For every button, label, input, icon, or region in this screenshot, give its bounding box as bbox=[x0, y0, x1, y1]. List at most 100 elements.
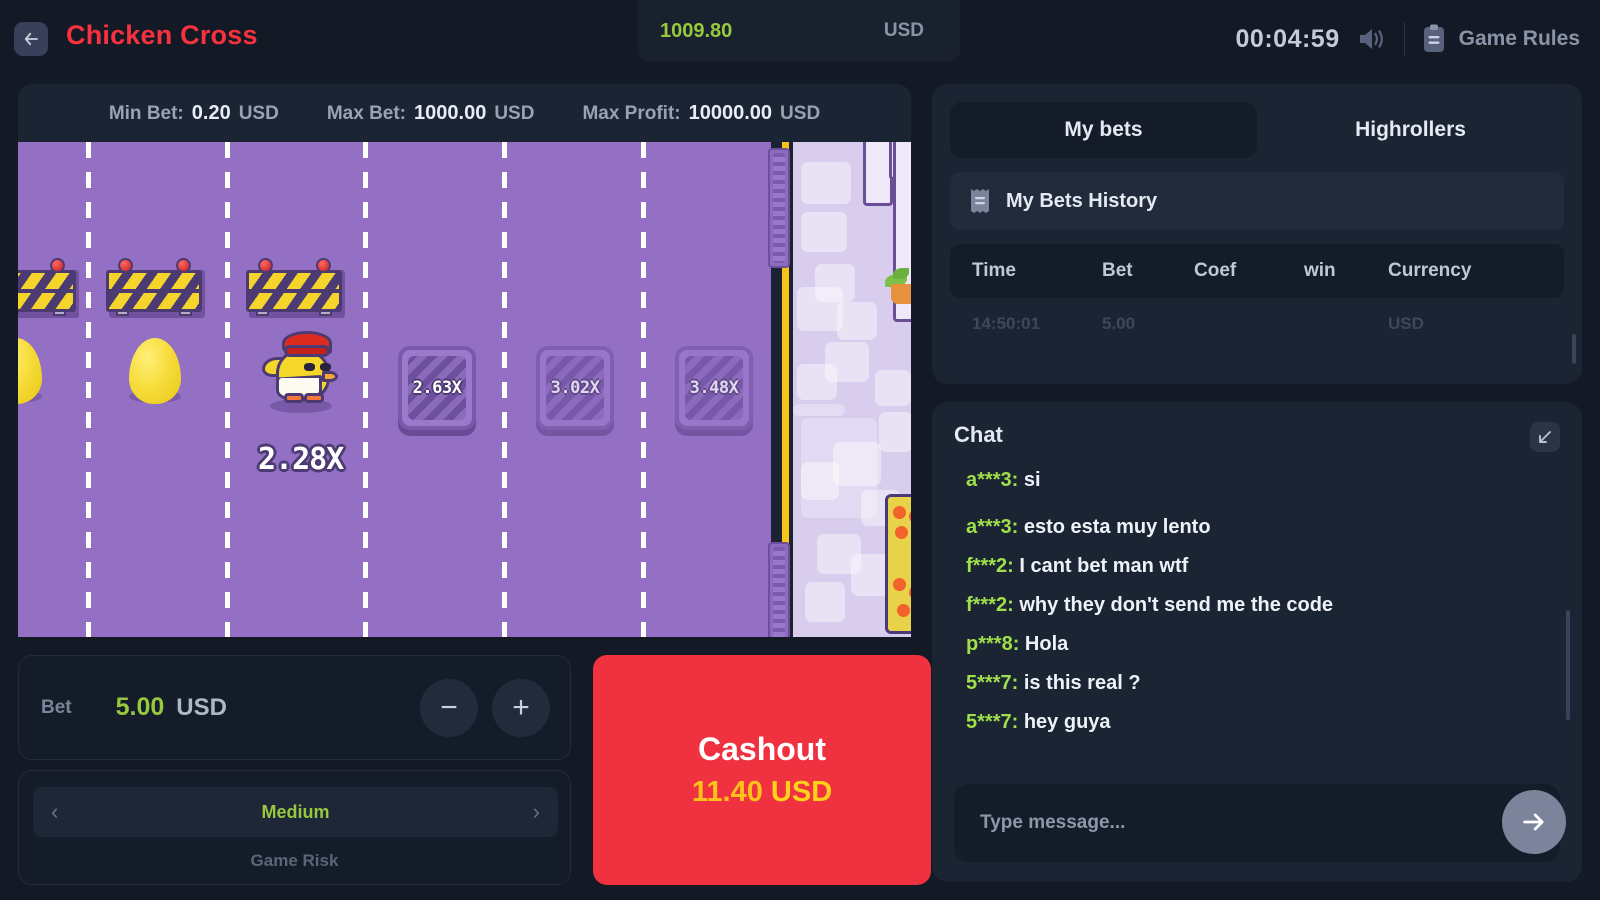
my-bets-history-row[interactable]: My Bets History bbox=[950, 172, 1564, 230]
chat-title: Chat bbox=[954, 422, 1003, 447]
plant-pot-icon bbox=[891, 284, 911, 304]
risk-card: ‹ Medium › Game Risk bbox=[18, 770, 571, 885]
app-header: Chicken Cross 1009.80 USD 00:04:59 Game … bbox=[0, 0, 1600, 78]
pavement-tile bbox=[833, 442, 881, 486]
receipt-icon bbox=[971, 189, 989, 213]
max-bet-limit: Max Bet: 1000.00 USD bbox=[327, 102, 535, 125]
my-bets-history-label: My Bets History bbox=[1006, 189, 1158, 212]
chat-collapse-button[interactable] bbox=[1530, 422, 1560, 452]
game-rules-label: Game Rules bbox=[1458, 27, 1580, 50]
table-row[interactable]: 14:50:01 5.00 USD bbox=[950, 304, 1564, 344]
chat-text: I cant bet man wtf bbox=[1019, 555, 1189, 577]
golden-egg bbox=[129, 338, 181, 404]
header-divider bbox=[1403, 22, 1405, 56]
tab-highrollers[interactable]: Highrollers bbox=[1257, 102, 1564, 158]
chat-message: a***3: si bbox=[966, 470, 1560, 492]
pavement-tile bbox=[879, 412, 911, 452]
multiplier-tile-label: 3.02X bbox=[550, 378, 600, 398]
header-right-controls: 00:04:59 Game Rules bbox=[1236, 0, 1580, 78]
multiplier-tile-label: 2.63X bbox=[412, 378, 462, 398]
game-risk-value: Medium bbox=[261, 801, 330, 822]
max-profit-limit: Max Profit: 10000.00 USD bbox=[582, 102, 820, 125]
speaker-on-icon bbox=[1359, 29, 1383, 49]
game-risk-caption: Game Risk bbox=[250, 851, 339, 870]
pavement-tile bbox=[801, 462, 839, 500]
multiplier-tile[interactable]: 3.48X bbox=[675, 346, 753, 430]
cell-currency: USD bbox=[1388, 314, 1424, 333]
bets-panel-scrollbar[interactable] bbox=[1572, 334, 1576, 364]
sound-toggle-button[interactable] bbox=[1356, 26, 1388, 52]
chat-username[interactable]: p***8: bbox=[966, 633, 1019, 655]
chat-text: hey guya bbox=[1023, 711, 1111, 733]
pavement-tile bbox=[797, 364, 837, 400]
clipboard-icon bbox=[1423, 24, 1444, 52]
chat-text: why they don't send me the code bbox=[1019, 594, 1334, 616]
send-message-button[interactable] bbox=[1502, 790, 1566, 854]
chat-message: f***2: I cant bet man wtf bbox=[966, 547, 1560, 586]
lane-divider bbox=[641, 142, 646, 637]
game-rules-button[interactable]: Game Rules bbox=[1421, 24, 1580, 54]
chicken-cross-app: Chicken Cross 1009.80 USD 00:04:59 Game … bbox=[0, 0, 1600, 900]
max-profit-value: 10000.00 bbox=[688, 101, 773, 124]
side-panel: My bets Highrollers My Bets History Time… bbox=[932, 84, 1582, 882]
max-profit-label: Max Profit: bbox=[582, 102, 681, 124]
multiplier-tile-label: 3.48X bbox=[689, 378, 739, 398]
chat-message-input[interactable] bbox=[954, 784, 1560, 862]
chat-username[interactable]: 5***7: bbox=[966, 711, 1018, 733]
bet-decrease-button[interactable]: − bbox=[420, 678, 478, 737]
min-bet-currency: USD bbox=[238, 102, 279, 124]
fruit-icon bbox=[895, 526, 908, 539]
max-bet-currency: USD bbox=[494, 102, 535, 124]
fruit-icon bbox=[893, 578, 906, 591]
column-win: win bbox=[1304, 260, 1336, 281]
column-coef: Coef bbox=[1194, 260, 1237, 281]
road-barrier bbox=[106, 258, 205, 320]
bet-increase-button[interactable]: + bbox=[492, 678, 550, 737]
chevron-left-icon[interactable]: ‹ bbox=[51, 799, 58, 825]
session-timer: 00:04:59 bbox=[1235, 24, 1340, 53]
chat-username[interactable]: a***3: bbox=[966, 470, 1018, 491]
arrow-left-icon bbox=[24, 32, 38, 46]
cashout-button[interactable]: Cashout 11.40 USD bbox=[593, 655, 931, 885]
chat-username[interactable]: f***2: bbox=[966, 555, 1014, 577]
chat-message: 5***7: is this real ? bbox=[966, 664, 1560, 703]
multiplier-tile[interactable]: 2.63X bbox=[398, 346, 476, 430]
road-barrier bbox=[246, 258, 345, 320]
current-multiplier: 2.28X bbox=[258, 442, 344, 477]
bets-table-header: Time Bet Coef win Currency bbox=[950, 244, 1564, 298]
cashout-label: Cashout bbox=[698, 731, 826, 767]
chat-text: Hola bbox=[1024, 633, 1069, 655]
column-time: Time bbox=[972, 260, 1017, 281]
balance-currency: USD bbox=[883, 20, 924, 41]
chat-message: a***3: esto esta muy lento bbox=[966, 508, 1560, 547]
chat-text: esto esta muy lento bbox=[1023, 516, 1211, 538]
pavement-seam bbox=[793, 404, 845, 416]
chat-header: Chat bbox=[954, 422, 1560, 452]
column-currency: Currency bbox=[1388, 260, 1472, 281]
max-profit-currency: USD bbox=[780, 102, 821, 124]
chat-username[interactable]: 5***7: bbox=[966, 672, 1018, 694]
balance-display[interactable]: 1009.80 USD bbox=[638, 0, 960, 62]
column-bet: Bet bbox=[1102, 260, 1133, 281]
tab-my-bets[interactable]: My bets bbox=[950, 102, 1257, 158]
pavement-tile bbox=[805, 582, 845, 622]
chat-username[interactable]: a***3: bbox=[966, 516, 1018, 538]
multiplier-tile[interactable]: 3.02X bbox=[536, 346, 614, 430]
bet-amount-value[interactable]: 5.00 bbox=[116, 693, 165, 722]
chevron-right-icon[interactable]: › bbox=[533, 799, 540, 825]
chat-username[interactable]: f***2: bbox=[966, 594, 1014, 616]
bets-tabs: My bets Highrollers bbox=[950, 102, 1564, 158]
arrow-right-icon bbox=[1523, 813, 1544, 831]
chat-panel: Chat a***3: si a***3: esto esta muy lent… bbox=[932, 402, 1582, 882]
game-risk-selector[interactable]: ‹ Medium › bbox=[33, 787, 558, 837]
max-bet-label: Max Bet: bbox=[326, 102, 407, 124]
chat-text: is this real ? bbox=[1023, 672, 1141, 694]
lane-divider bbox=[363, 142, 368, 637]
page-title: Chicken Cross bbox=[66, 20, 258, 50]
min-bet-value: 0.20 bbox=[191, 101, 231, 124]
lane-divider bbox=[502, 142, 507, 637]
back-button[interactable] bbox=[14, 22, 48, 56]
bet-controls: Bet 5.00 USD − + ‹ Medium › Game Risk Ca… bbox=[18, 655, 931, 885]
chat-scrollbar[interactable] bbox=[1566, 610, 1570, 720]
game-canvas[interactable]: 2.28X 2.63X 3.02X 3.48X bbox=[18, 142, 911, 637]
